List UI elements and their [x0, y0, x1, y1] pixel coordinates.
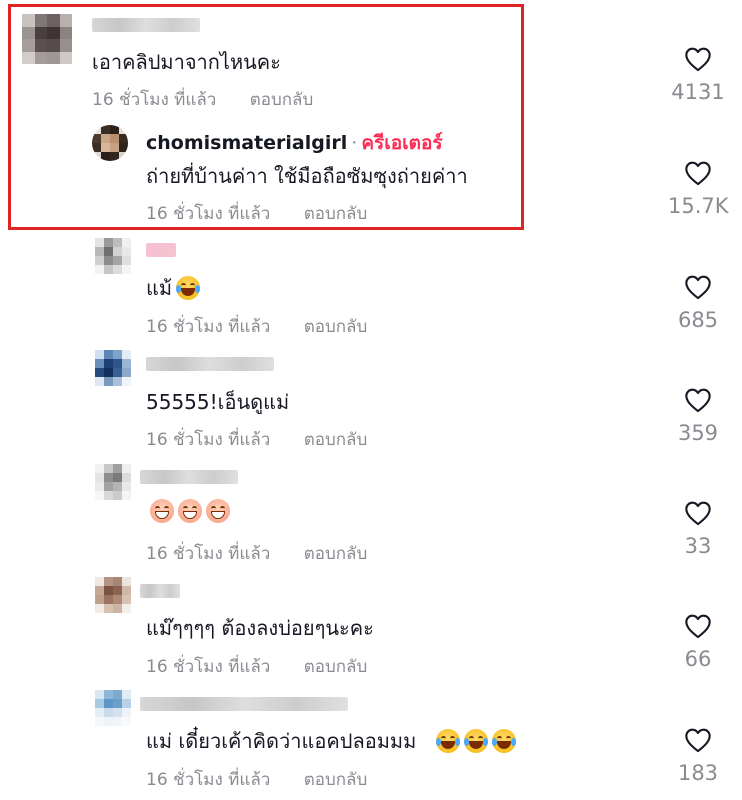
comment-text-content: แม้ — [146, 276, 173, 300]
heart-outline-icon[interactable] — [684, 274, 712, 300]
like-button[interactable]: 685 — [668, 274, 728, 332]
username-text[interactable]: chomismaterialgirl — [146, 132, 347, 154]
like-count: 359 — [677, 421, 719, 445]
username-blurred[interactable] — [140, 697, 348, 711]
heart-outline-icon[interactable] — [684, 727, 712, 753]
like-count: 66 — [684, 647, 712, 671]
comment-time: 16 ชั่วโมง ที่แล้ว — [146, 657, 271, 677]
like-button[interactable]: 4131 — [668, 46, 728, 104]
like-button[interactable]: 33 — [668, 500, 728, 558]
creator-badge: ครีเอเตอร์ — [361, 132, 443, 154]
comment-time: 16 ชั่วโมง ที่แล้ว — [146, 317, 271, 337]
avatar[interactable] — [92, 125, 128, 161]
like-button[interactable]: 15.7K — [668, 160, 729, 218]
username-blurred[interactable] — [146, 243, 176, 257]
reply-button[interactable]: ตอบกลับ — [304, 770, 368, 790]
comment-text: เอาคลิปมาจากไหนคะ — [92, 46, 281, 78]
reply-button[interactable]: ตอบกลับ — [304, 317, 368, 337]
comment-text: ถ่ายที่บ้านค่าา ใช้มือถือซัมซุงถ่ายค่าา — [146, 160, 468, 192]
grin-emoji-icon — [150, 499, 174, 523]
comment-text — [146, 499, 230, 523]
like-count: 33 — [684, 534, 712, 558]
like-button[interactable]: 183 — [668, 727, 728, 785]
comment-time: 16 ชั่วโมง ที่แล้ว — [146, 770, 271, 790]
avatar[interactable] — [95, 690, 131, 726]
grin-emoji-icon — [178, 499, 202, 523]
username[interactable]: chomismaterialgirl · ครีเอเตอร์ — [146, 128, 443, 158]
avatar[interactable] — [95, 238, 131, 274]
tears-of-joy-emoji-icon — [176, 276, 201, 300]
like-count: 15.7K — [668, 194, 729, 218]
like-button[interactable]: 66 — [668, 613, 728, 671]
heart-outline-icon[interactable] — [684, 160, 712, 186]
comment-meta: 16 ชั่วโมง ที่แล้ว ตอบกลับ — [146, 653, 367, 680]
reply-button[interactable]: ตอบกลับ — [304, 430, 368, 450]
avatar[interactable] — [95, 350, 131, 386]
comment-text-content: เอาคลิปมาจากไหนคะ — [92, 50, 281, 74]
username-blurred[interactable] — [92, 18, 200, 32]
reply-button[interactable]: ตอบกลับ — [304, 204, 368, 224]
tears-of-joy-emoji-icon — [492, 729, 517, 753]
comment-meta: 16 ชั่วโมง ที่แล้ว ตอบกลับ — [146, 426, 367, 453]
comment-text-content: 55555!เอ็นดูแม่ — [146, 390, 290, 414]
heart-outline-icon[interactable] — [684, 500, 712, 526]
comment-text: 55555!เอ็นดูแม่ — [146, 386, 289, 418]
avatar[interactable] — [95, 577, 131, 613]
like-count: 4131 — [671, 80, 725, 104]
tears-of-joy-emoji-icon — [464, 729, 489, 753]
username-blurred[interactable] — [140, 470, 238, 484]
heart-outline-icon[interactable] — [684, 613, 712, 639]
comment-meta: 16 ชั่วโมง ที่แล้ว ตอบกลับ — [146, 200, 367, 227]
tears-of-joy-emoji-icon — [436, 729, 461, 753]
grin-emoji-icon — [206, 499, 230, 523]
comment-meta: 16 ชั่วโมง ที่แล้ว ตอบกลับ — [146, 313, 367, 340]
comment-meta: 16 ชั่วโมง ที่แล้ว ตอบกลับ — [146, 540, 367, 567]
comment-text-content: แม่ เดี๋ยวเค้าคิดว่าแอคปลอมมม — [146, 729, 417, 753]
avatar[interactable] — [22, 14, 72, 64]
highlight-box — [8, 4, 524, 230]
reply-button[interactable]: ตอบกลับ — [304, 657, 368, 677]
heart-outline-icon[interactable] — [684, 46, 712, 72]
comment-text: แม้ — [146, 272, 201, 304]
reply-button[interactable]: ตอบกลับ — [250, 90, 314, 110]
comment-text-content: ถ่ายที่บ้านค่าา ใช้มือถือซัมซุงถ่ายค่าา — [146, 164, 468, 188]
comment-text: แม่ เดี๋ยวเค้าคิดว่าแอคปลอมมม — [146, 725, 517, 757]
comment-text: แม๊ๆๆๆๆ ต้องลงบ่อยๆนะคะ — [146, 612, 374, 644]
like-button[interactable]: 359 — [668, 387, 728, 445]
heart-outline-icon[interactable] — [684, 387, 712, 413]
separator-dot: · — [351, 132, 358, 154]
like-count: 685 — [677, 308, 719, 332]
username-blurred[interactable] — [146, 357, 274, 371]
comment-text-content: แม๊ๆๆๆๆ ต้องลงบ่อยๆนะคะ — [146, 616, 374, 640]
comment-time: 16 ชั่วโมง ที่แล้ว — [146, 430, 271, 450]
comment-time: 16 ชั่วโมง ที่แล้ว — [92, 90, 217, 110]
username-blurred[interactable] — [140, 584, 180, 598]
avatar[interactable] — [95, 464, 131, 500]
reply-button[interactable]: ตอบกลับ — [304, 544, 368, 564]
like-count: 183 — [677, 761, 719, 785]
comment-time: 16 ชั่วโมง ที่แล้ว — [146, 544, 271, 564]
comment-meta: 16 ชั่วโมง ที่แล้ว ตอบกลับ — [146, 766, 367, 793]
comment-time: 16 ชั่วโมง ที่แล้ว — [146, 204, 271, 224]
comment-meta: 16 ชั่วโมง ที่แล้ว ตอบกลับ — [92, 86, 313, 113]
